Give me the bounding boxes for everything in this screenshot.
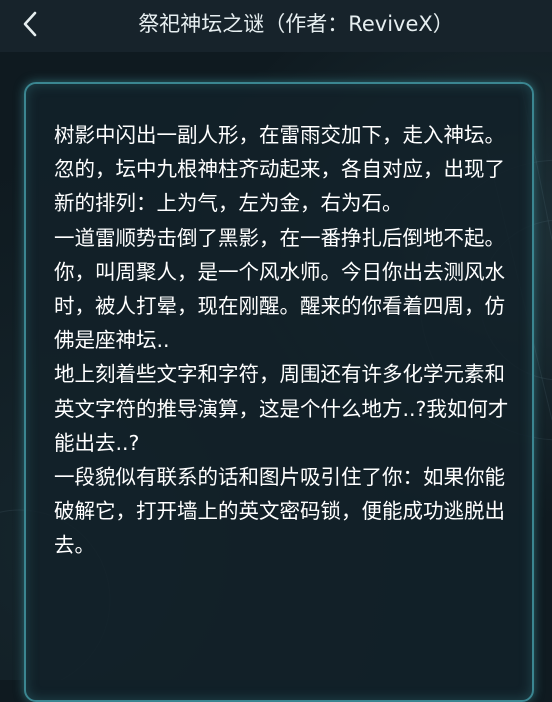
story-text: 树影中闪出一副人形，在雷雨交加下，走入神坛。 忽的，坛中九根神柱齐动起来，各自对… xyxy=(54,118,514,563)
page-title: 祭祀神坛之谜（作者：ReviveX） xyxy=(138,12,454,36)
story-paragraph: 一段貌似有联系的话和图片吸引住了你：如果你能破解它，打开墙上的英文密码锁，便能成… xyxy=(54,465,505,558)
back-button[interactable] xyxy=(12,6,48,42)
story-paragraph: 你，叫周聚人，是一个风水师。今日你出去测风水时，被人打晕，现在刚醒。醒来的你看着… xyxy=(54,259,505,353)
chevron-left-icon xyxy=(23,11,37,37)
story-paragraph: 树影中闪出一副人形，在雷雨交加下，走入神坛。 xyxy=(54,123,505,147)
story-paragraph: 地上刻着些文字和字符，周围还有许多化学元素和英文字符的推导演算，这是个什么地方.… xyxy=(54,362,509,455)
top-bar: 祭祀神坛之谜（作者：ReviveX） xyxy=(0,0,552,52)
story-paragraph: 一道雷顺势击倒了黑影，在一番挣扎后倒地不起。 xyxy=(54,225,505,250)
story-paragraph: 忽的，坛中九根神柱齐动起来，各自对应，出现了新的排列：上为气，左为金，右为石。 xyxy=(54,157,505,216)
